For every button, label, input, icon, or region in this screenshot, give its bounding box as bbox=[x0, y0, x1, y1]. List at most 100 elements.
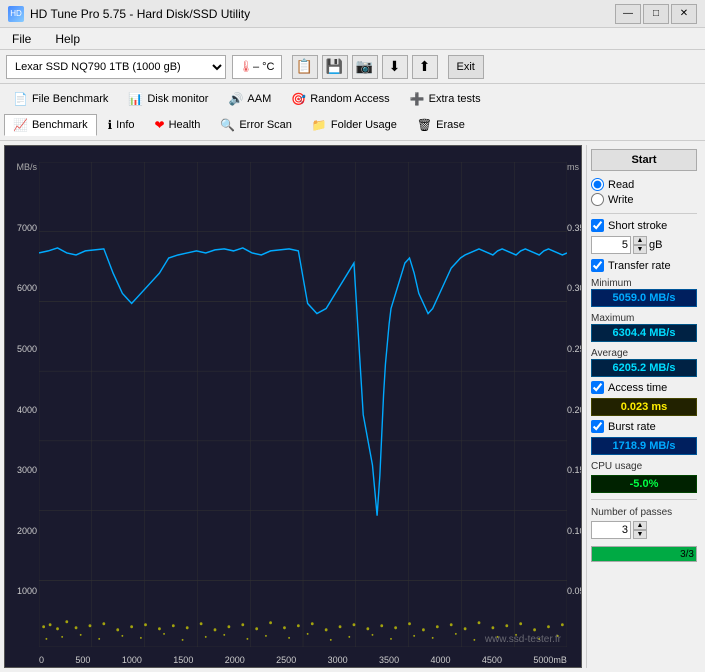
burst-rate-input[interactable] bbox=[591, 420, 604, 433]
read-radio-input[interactable] bbox=[591, 178, 604, 191]
y-right-025: 0.25 bbox=[567, 344, 581, 354]
x-label-2500: 2500 bbox=[276, 655, 296, 665]
tab-benchmark[interactable]: 📈 Benchmark bbox=[4, 114, 97, 136]
toolbar: Lexar SSD NQ790 1TB (1000 gB) 🌡 – °C 📋 💾… bbox=[0, 50, 705, 84]
tab-erase[interactable]: 🗑 Erase bbox=[408, 114, 474, 136]
burst-rate-label: Burst rate bbox=[608, 421, 656, 433]
write-radio-input[interactable] bbox=[591, 193, 604, 206]
average-label: Average bbox=[591, 348, 697, 359]
short-stroke-input[interactable] bbox=[591, 219, 604, 232]
app-title: HD Tune Pro 5.75 - Hard Disk/SSD Utility bbox=[30, 7, 250, 21]
y-label-4000: 4000 bbox=[7, 405, 37, 415]
y-label-6000: 6000 bbox=[7, 283, 37, 293]
minimum-label: Minimum bbox=[591, 278, 697, 289]
passes-value-input[interactable] bbox=[591, 521, 631, 539]
write-radio[interactable]: Write bbox=[591, 193, 697, 206]
tab-aam-label: AAM bbox=[247, 93, 271, 105]
tab-disk-monitor[interactable]: 📊 Disk monitor bbox=[119, 88, 217, 110]
menu-help[interactable]: Help bbox=[51, 30, 84, 48]
tab-extra-tests[interactable]: ➕ Extra tests bbox=[401, 88, 490, 110]
x-label-4000: 4000 bbox=[430, 655, 450, 665]
passes-spinner-buttons: ▲ ▼ bbox=[633, 521, 647, 539]
benchmark-icon: 📈 bbox=[13, 118, 28, 132]
average-section: Average 6205.2 MB/s bbox=[591, 346, 697, 378]
access-time-input[interactable] bbox=[591, 381, 604, 394]
toolbar-icon-2[interactable]: 💾 bbox=[322, 55, 348, 79]
x-label-3500: 3500 bbox=[379, 655, 399, 665]
chart-area: MB/s 7000 6000 5000 4000 3000 2000 1000 … bbox=[4, 145, 582, 668]
minimize-button[interactable]: — bbox=[615, 4, 641, 24]
access-time-checkbox[interactable]: Access time bbox=[591, 381, 697, 394]
read-radio[interactable]: Read bbox=[591, 178, 697, 191]
menu-bar: File Help bbox=[0, 28, 705, 50]
y-right-010: 0.10 bbox=[567, 526, 581, 536]
access-time-label: Access time bbox=[608, 382, 667, 394]
folder-usage-icon: 📁 bbox=[312, 118, 327, 132]
burst-rate-checkbox[interactable]: Burst rate bbox=[591, 420, 697, 433]
tab-folder-usage[interactable]: 📁 Folder Usage bbox=[303, 114, 406, 136]
main-content: MB/s 7000 6000 5000 4000 3000 2000 1000 … bbox=[0, 141, 705, 672]
tab-random-access-label: Random Access bbox=[310, 93, 389, 105]
tab-bar: 📄 File Benchmark 📊 Disk monitor 🔊 AAM 🎯 … bbox=[0, 84, 705, 141]
toolbar-icon-5[interactable]: ⬆ bbox=[412, 55, 438, 79]
start-button[interactable]: Start bbox=[591, 149, 697, 171]
y-right-ms: ms bbox=[567, 162, 581, 172]
y-label-3000: 3000 bbox=[7, 465, 37, 475]
short-stroke-label: Short stroke bbox=[608, 220, 667, 232]
right-panel: Start Read Write Short stroke ▲ ▼ gB bbox=[586, 145, 701, 668]
short-stroke-value-input[interactable] bbox=[591, 236, 631, 254]
tab-benchmark-label: Benchmark bbox=[32, 119, 88, 131]
window-controls[interactable]: — □ ✕ bbox=[615, 4, 697, 24]
short-stroke-checkbox[interactable]: Short stroke bbox=[591, 219, 697, 232]
spinner-down[interactable]: ▼ bbox=[633, 245, 647, 254]
extra-tests-icon: ➕ bbox=[410, 92, 425, 106]
temp-display: 🌡 – °C bbox=[232, 55, 282, 79]
toolbar-icon-3[interactable]: 📷 bbox=[352, 55, 378, 79]
tab-extra-tests-label: Extra tests bbox=[429, 93, 481, 105]
passes-spinner-down[interactable]: ▼ bbox=[633, 530, 647, 539]
error-scan-icon: 🔍 bbox=[220, 118, 235, 132]
watermark: www.ssd-tester.fr bbox=[485, 634, 561, 645]
tab-erase-label: Erase bbox=[436, 119, 465, 131]
transfer-rate-checkbox[interactable]: Transfer rate bbox=[591, 259, 697, 272]
transfer-rate-input[interactable] bbox=[591, 259, 604, 272]
divider-1 bbox=[591, 213, 697, 214]
tab-error-scan-label: Error Scan bbox=[239, 119, 292, 131]
tab-folder-usage-label: Folder Usage bbox=[331, 119, 397, 131]
toolbar-icon-4[interactable]: ⬇ bbox=[382, 55, 408, 79]
tab-row-2: 📈 Benchmark ℹ Info ❤ Health 🔍 Error Scan… bbox=[4, 112, 701, 138]
close-button[interactable]: ✕ bbox=[671, 4, 697, 24]
maximize-button[interactable]: □ bbox=[643, 4, 669, 24]
y-label-2000: 2000 bbox=[7, 526, 37, 536]
tab-file-benchmark[interactable]: 📄 File Benchmark bbox=[4, 88, 117, 110]
drive-selector[interactable]: Lexar SSD NQ790 1TB (1000 gB) bbox=[6, 55, 226, 79]
minimum-value: 5059.0 MB/s bbox=[591, 289, 697, 307]
tab-info[interactable]: ℹ Info bbox=[99, 114, 144, 136]
exit-button[interactable]: Exit bbox=[448, 55, 484, 79]
file-benchmark-icon: 📄 bbox=[13, 92, 28, 106]
read-label: Read bbox=[608, 179, 634, 191]
tab-health-label: Health bbox=[169, 119, 201, 131]
spinner-unit: gB bbox=[649, 239, 662, 251]
tab-error-scan[interactable]: 🔍 Error Scan bbox=[211, 114, 301, 136]
tab-health[interactable]: ❤ Health bbox=[146, 114, 210, 136]
title-bar-left: HD HD Tune Pro 5.75 - Hard Disk/SSD Util… bbox=[8, 6, 250, 22]
x-label-5000: 5000mB bbox=[533, 655, 567, 665]
toolbar-icon-1[interactable]: 📋 bbox=[292, 55, 318, 79]
title-bar: HD HD Tune Pro 5.75 - Hard Disk/SSD Util… bbox=[0, 0, 705, 28]
x-label-1000: 1000 bbox=[122, 655, 142, 665]
app-icon: HD bbox=[8, 6, 24, 22]
passes-label: Number of passes bbox=[591, 507, 697, 518]
y-right-020: 0.20 bbox=[567, 405, 581, 415]
menu-file[interactable]: File bbox=[8, 30, 35, 48]
health-icon: ❤ bbox=[155, 118, 165, 132]
tab-aam[interactable]: 🔊 AAM bbox=[219, 88, 280, 110]
tab-random-access[interactable]: 🎯 Random Access bbox=[282, 88, 398, 110]
y-label-mbs: MB/s bbox=[7, 162, 37, 172]
x-axis: 0 500 1000 1500 2000 2500 3000 3500 4000… bbox=[39, 655, 567, 665]
spinner-up[interactable]: ▲ bbox=[633, 236, 647, 245]
cpu-usage-label: CPU usage bbox=[591, 461, 697, 472]
minimum-section: Minimum 5059.0 MB/s bbox=[591, 276, 697, 308]
passes-spinner-up[interactable]: ▲ bbox=[633, 521, 647, 530]
y-label-5000: 5000 bbox=[7, 344, 37, 354]
